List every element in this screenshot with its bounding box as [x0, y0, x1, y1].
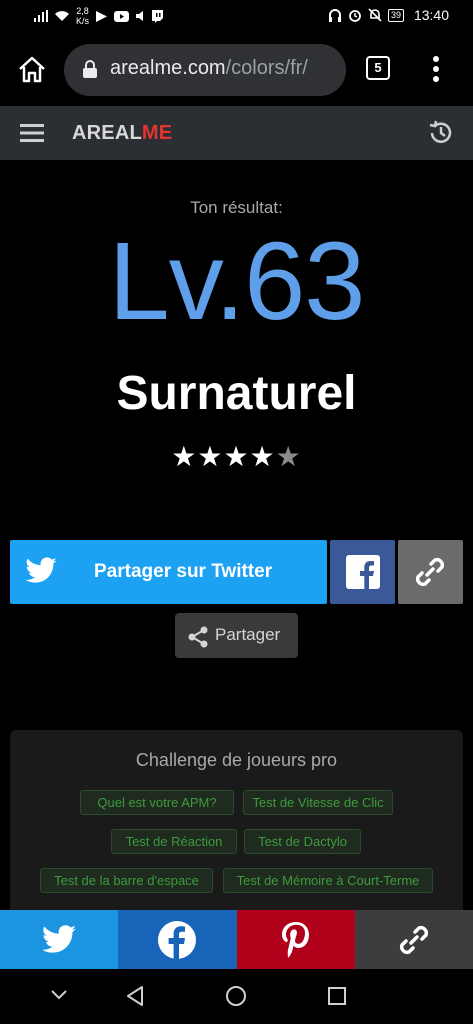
home-nav-icon[interactable] [225, 985, 247, 1007]
twitter-icon [25, 557, 57, 583]
share-twitter-button[interactable]: Partager sur Twitter [10, 540, 327, 604]
bottom-share-bar [0, 910, 473, 969]
tag-memory-test[interactable]: Test de Mémoire à Court-Terme [223, 868, 433, 893]
history-icon[interactable] [427, 119, 455, 147]
tag-typing-test[interactable]: Test de Dactylo [244, 829, 361, 854]
pinterest-icon [281, 921, 309, 958]
site-header: AREALME [0, 106, 473, 160]
share-facebook-button[interactable] [330, 540, 395, 604]
play-store-icon [96, 10, 108, 22]
net-speed-value: 2,8 [76, 6, 89, 16]
recents-icon[interactable] [327, 986, 347, 1006]
share-icon [188, 626, 208, 648]
tag-apm-test[interactable]: Quel est votre APM? [80, 790, 234, 815]
twitch-icon [152, 9, 164, 23]
no-notifications-icon [368, 8, 382, 22]
pro-challenge-title: Challenge de joueurs pro [135, 750, 338, 770]
bottom-share-twitter[interactable] [0, 910, 119, 969]
status-right: 39 13:40 [328, 7, 449, 23]
tag-reaction-test[interactable]: Test de Réaction [111, 829, 237, 854]
signal-icon [34, 10, 48, 22]
twitter-icon [42, 924, 77, 953]
copy-link-button[interactable] [398, 540, 463, 604]
facebook-icon [158, 920, 197, 959]
youtube-icon [114, 10, 130, 22]
status-bar: 2,8 K/s 39 13:40 [0, 0, 473, 34]
net-speed: 2,8 K/s [76, 6, 89, 26]
tab-switcher-button[interactable]: 5 [366, 56, 390, 80]
facebook-icon [346, 555, 380, 589]
star-filled-icon: ★ [197, 441, 224, 472]
net-speed-unit: K/s [76, 16, 90, 26]
chevron-down-icon[interactable] [50, 989, 68, 1001]
url-text: arealme.com/colors/fr/ [110, 57, 308, 80]
wifi-icon [55, 11, 69, 21]
system-nav-bar [0, 969, 473, 1024]
star-filled-icon: ★ [249, 441, 276, 472]
hamburger-menu-icon[interactable] [20, 123, 44, 143]
rating-stars: ★★★★★ [0, 440, 473, 473]
tag-click-speed-test[interactable]: Test de Vitesse de Clic [243, 790, 393, 815]
result-label: Ton résultat: [190, 198, 283, 217]
share-button-label: Partager [215, 625, 281, 644]
star-filled-icon: ★ [171, 441, 198, 472]
lock-icon [83, 60, 97, 78]
link-icon [415, 557, 445, 587]
rank-title: Surnaturel [116, 367, 357, 420]
home-icon[interactable] [16, 54, 48, 86]
bottom-share-facebook[interactable] [118, 910, 237, 969]
share-twitter-label: Partager sur Twitter [94, 561, 273, 582]
star-empty-icon: ★ [275, 441, 302, 472]
pro-challenge-section: Challenge de joueurs pro Quel est votre … [10, 730, 463, 930]
logo-part1: AREAL [72, 122, 142, 144]
back-icon[interactable] [125, 985, 145, 1007]
url-host: arealme.com [110, 57, 226, 79]
share-button[interactable]: Partager [175, 613, 298, 658]
url-path: /colors/fr/ [225, 57, 308, 79]
browser-toolbar: arealme.com/colors/fr/ 5 [0, 34, 473, 106]
bottom-share-pinterest[interactable] [236, 910, 355, 969]
bottom-share-link[interactable] [354, 910, 473, 969]
tag-spacebar-test[interactable]: Test de la barre d'espace [40, 868, 213, 893]
logo-part2: ME [141, 122, 173, 144]
level-value: Lv.63 [108, 220, 366, 343]
battery-indicator: 39 [387, 8, 404, 22]
mute-icon [136, 11, 144, 21]
status-left: 2,8 K/s [34, 6, 164, 26]
address-bar[interactable]: arealme.com/colors/fr/ [64, 44, 346, 96]
link-icon [399, 925, 428, 954]
more-options-icon[interactable] [426, 54, 446, 84]
headphones-icon [328, 8, 341, 22]
alarm-icon [349, 10, 361, 22]
star-filled-icon: ★ [223, 441, 250, 472]
clock: 13:40 [413, 7, 449, 23]
site-logo[interactable]: AREALME [72, 122, 172, 145]
